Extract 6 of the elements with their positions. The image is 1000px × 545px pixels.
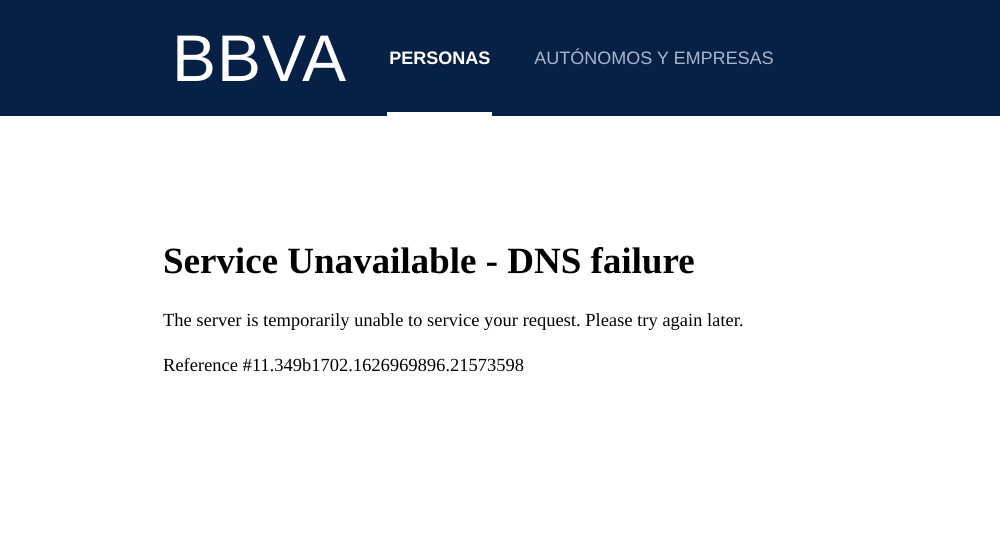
logo[interactable]: BBVA xyxy=(172,25,348,91)
nav-tab[interactable]: AUTÓNOMOS Y EMPRESAS xyxy=(532,0,776,116)
error-message: The server is temporarily unable to service your request. Please try again later. xyxy=(163,311,744,332)
nav-tab[interactable]: PERSONAS xyxy=(387,0,492,116)
reference-text: Reference #11.349b1702.1626969896.21573598 xyxy=(163,356,526,377)
error-title: Service Unavailable - DNS failure xyxy=(163,240,696,283)
